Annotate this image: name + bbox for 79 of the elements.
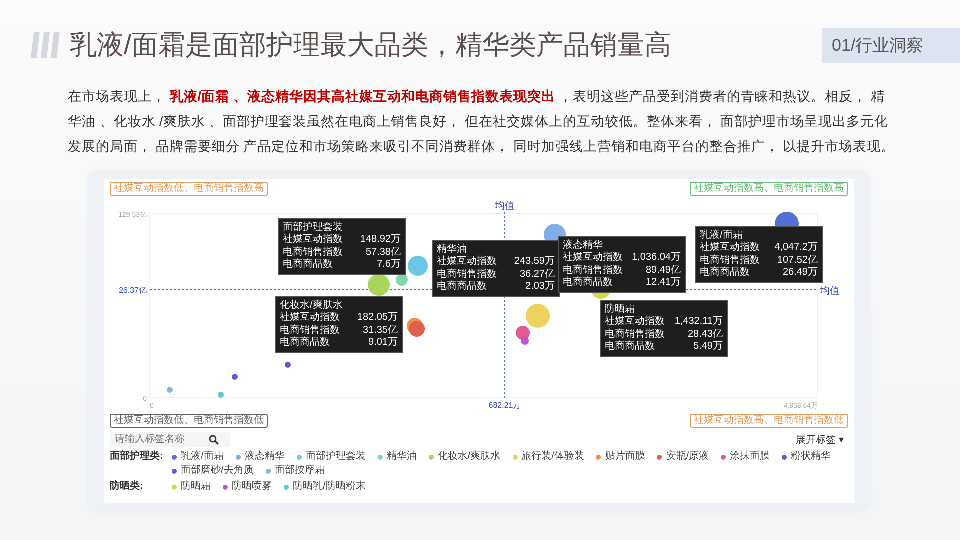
legend-item[interactable]: 面部按摩霜 bbox=[266, 464, 325, 478]
tooltip-value: 243.59万 bbox=[514, 256, 555, 268]
quadrant-tag: 社媒互动指数低、电商销售指数高 bbox=[110, 182, 268, 196]
legend-group-label: 面部护理类: bbox=[110, 450, 164, 464]
tooltip-title: 面部护理套装 bbox=[283, 221, 344, 234]
legend-label: 乳液/面霜 bbox=[181, 450, 224, 464]
mean-label: 均值 bbox=[820, 286, 840, 297]
tooltip-value: 1,036.04万 bbox=[632, 252, 681, 264]
tooltip-value: 9.01万 bbox=[368, 337, 398, 350]
tooltip-value: 36.27亿 bbox=[520, 268, 555, 281]
tooltip-value: 5.49万 bbox=[694, 341, 723, 354]
tooltip-title: 液态精华 bbox=[563, 239, 604, 252]
tooltip-value: 182.05万 bbox=[357, 312, 398, 324]
mean-label: 均值 bbox=[495, 201, 515, 212]
tooltip-value: 2.03万 bbox=[526, 281, 555, 294]
tooltip-label: 电商商品数 bbox=[700, 267, 750, 280]
tooltip-label: 电商商品数 bbox=[605, 341, 655, 354]
search-icon bbox=[209, 434, 219, 444]
summary-paragraph: 在市场表现上， 乳液/面霜 、液态精华因其高社媒互动和电商销售指数表现突出 ，表明这些产品受到消费者的青睐和热议。相反， 精华油 、化妆水 /爽肤水 、面部护理套装虽然在电商上销售良好， 但在社交媒体上的互动较低。整体来看， 面部护理市场呈现出多元化发展的局面， 品牌需要细分 产品定位和市场策略来吸引不同消费群体， 同时加强线上营销和电商平台的整合推广， 以提升市场表现。 bbox=[68, 88, 896, 156]
tooltip-label: 电商商品数 bbox=[437, 281, 487, 294]
slide-title: 乳液/面霜是面部护理最大品类，精华类产品销量高 bbox=[70, 29, 673, 62]
legend-label: 防晒霜 bbox=[181, 480, 211, 494]
tooltip-value: 7.6万 bbox=[377, 259, 401, 272]
legend-label: 精华油 bbox=[386, 450, 417, 464]
tooltip-label: 电商销售指数 bbox=[563, 264, 623, 276]
legend-item[interactable]: 防晒喷雾 bbox=[223, 480, 272, 494]
legend-item[interactable]: 安瓶/原液 bbox=[657, 450, 710, 464]
tooltip-value: 4,047.2万 bbox=[774, 242, 818, 254]
tooltip-label: 社媒互动指数 bbox=[437, 256, 497, 268]
tooltip-label: 电商销售指数 bbox=[605, 328, 665, 340]
legend-item[interactable]: 贴片面膜 bbox=[596, 450, 646, 464]
tooltip-value: 148.92万 bbox=[360, 234, 401, 246]
quadrant-tag: 社媒互动指数高、电商销售指数高 bbox=[690, 182, 848, 196]
legend-label: 液态精华 bbox=[244, 450, 285, 464]
tooltip-label: 社媒互动指数 bbox=[283, 234, 343, 246]
tooltip-value: 12.41万 bbox=[646, 277, 681, 290]
expand-tags-button[interactable]: 展开标签 ▾ bbox=[792, 432, 848, 446]
tooltip-title: 精华油 bbox=[437, 243, 468, 256]
tooltip-label: 电商销售指数 bbox=[700, 254, 760, 266]
legend-label: 粉状精华 bbox=[791, 450, 832, 464]
legend-group-label: 防晒类: bbox=[110, 480, 144, 494]
tooltip-label: 社媒互动指数 bbox=[563, 252, 623, 264]
tooltip-value: 107.52亿 bbox=[777, 254, 818, 267]
tooltip-value: 89.49亿 bbox=[646, 264, 681, 277]
tooltip-value: 1,432.11万 bbox=[674, 316, 723, 328]
quadrant-tag: 社媒互动指数高、电商销售指数低 bbox=[690, 414, 848, 428]
stripes-icon bbox=[30, 32, 62, 58]
tooltip-label: 电商销售指数 bbox=[437, 268, 497, 280]
tooltip-label: 电商商品数 bbox=[283, 259, 333, 272]
legend-item[interactable]: 涂抹面膜 bbox=[721, 450, 770, 464]
tooltip-value: 57.38亿 bbox=[366, 246, 401, 259]
quadrant-tag: 社媒互动指数低、电商销售指数低 bbox=[110, 414, 268, 428]
legend-label: 贴片面膜 bbox=[605, 450, 646, 464]
tooltip-value: 31.35亿 bbox=[362, 324, 398, 337]
y-axis-label: 26.37亿 bbox=[118, 286, 147, 295]
tooltip-label: 电商销售指数 bbox=[280, 324, 340, 336]
legend-item[interactable]: 液态精华 bbox=[236, 450, 285, 464]
tooltip-title: 化妆水/爽肤水 bbox=[280, 299, 344, 312]
search-field[interactable]: 请输入标签名称 bbox=[110, 432, 230, 447]
legend-item[interactable]: 粉状精华 bbox=[782, 450, 832, 464]
tooltip-title: 乳液/面霜 bbox=[700, 229, 744, 242]
tooltip-label: 社媒互动指数 bbox=[280, 312, 340, 324]
legend-label: 安瓶/原液 bbox=[666, 450, 710, 464]
legend-label: 面部按摩霜 bbox=[274, 464, 325, 478]
tooltip-value: 26.49万 bbox=[782, 267, 818, 280]
tooltip-value: 28.43亿 bbox=[688, 328, 723, 341]
legend-item[interactable]: 乳液/面霜 bbox=[172, 450, 224, 464]
section-tag: 01/行业洞察 bbox=[822, 28, 960, 62]
legend-label: 涂抹面膜 bbox=[730, 450, 770, 464]
tooltip-label: 社媒互动指数 bbox=[605, 316, 665, 328]
tooltip-title: 防晒霜 bbox=[605, 303, 636, 316]
tooltip-label: 电商销售指数 bbox=[283, 246, 343, 258]
tooltip-label: 电商商品数 bbox=[563, 277, 613, 290]
legend-item[interactable]: 防晒霜 bbox=[172, 480, 211, 494]
legend-item[interactable]: 精华油 bbox=[378, 450, 417, 464]
x-axis-label: 682.21万 bbox=[488, 401, 522, 410]
legend-label: 防晒喷雾 bbox=[232, 480, 272, 494]
tooltip-label: 社媒互动指数 bbox=[700, 242, 760, 254]
tooltip-label: 电商商品数 bbox=[280, 337, 330, 350]
